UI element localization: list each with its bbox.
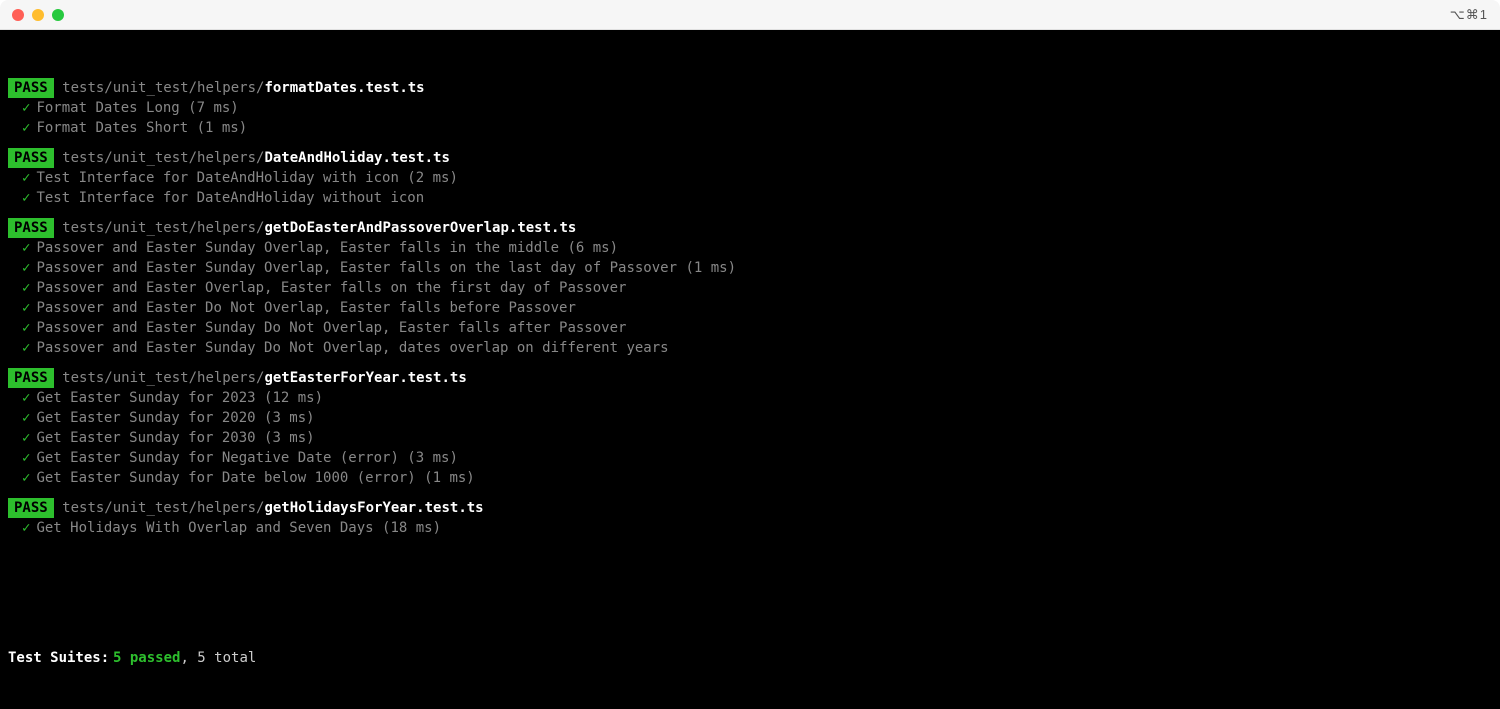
check-icon: ✓ <box>22 320 30 336</box>
test-suite: PASS tests/unit_test/helpers/getDoEaster… <box>8 218 1492 358</box>
test-name: Passover and Easter Do Not Overlap, East… <box>36 300 575 316</box>
test-result-line: ✓ Get Easter Sunday for Date below 1000 (… <box>8 468 1492 488</box>
check-icon: ✓ <box>22 520 30 536</box>
test-name: Get Easter Sunday for Date below 1000 (e… <box>36 470 474 486</box>
summary-suites-total: , 5 total <box>180 650 256 666</box>
test-name: Get Easter Sunday for 2023 (12 ms) <box>36 390 323 406</box>
test-result-line: ✓ Passover and Easter Overlap, Easter fal… <box>8 278 1492 298</box>
test-name: Get Easter Sunday for 2020 (3 ms) <box>36 410 314 426</box>
zoom-icon[interactable] <box>52 9 64 21</box>
terminal-window: ⌥⌘1 PASS tests/unit_test/helpers/formatD… <box>0 0 1500 709</box>
test-name: Get Easter Sunday for 2030 (3 ms) <box>36 430 314 446</box>
test-suite: PASS tests/unit_test/helpers/getEasterFo… <box>8 368 1492 488</box>
check-icon: ✓ <box>22 410 30 426</box>
test-result-line: ✓ Passover and Easter Sunday Do Not Overl… <box>8 338 1492 358</box>
suite-header: PASS tests/unit_test/helpers/getEasterFo… <box>8 368 1492 388</box>
test-name: Format Dates Long (7 ms) <box>36 100 238 116</box>
suite-file: DateAndHoliday.test.ts <box>264 150 449 166</box>
test-result-line: ✓ Get Easter Sunday for 2020 (3 ms) <box>8 408 1492 428</box>
suite-path: tests/unit_test/helpers/ <box>62 500 264 516</box>
test-result-line: ✓ Passover and Easter Do Not Overlap, Eas… <box>8 298 1492 318</box>
suite-file: formatDates.test.ts <box>264 80 424 96</box>
suite-header: PASS tests/unit_test/helpers/DateAndHoli… <box>8 148 1492 168</box>
titlebar-shortcut: ⌥⌘1 <box>1450 7 1488 23</box>
suite-file: getHolidaysForYear.test.ts <box>264 500 483 516</box>
check-icon: ✓ <box>22 450 30 466</box>
test-result-line: ✓ Format Dates Long (7 ms) <box>8 98 1492 118</box>
test-summary: Test Suites:5 passed, 5 total Tests:16 p… <box>8 608 1492 709</box>
check-icon: ✓ <box>22 120 30 136</box>
terminal-output[interactable]: PASS tests/unit_test/helpers/formatDates… <box>0 30 1500 709</box>
suite-path: tests/unit_test/helpers/ <box>62 370 264 386</box>
suite-header: PASS tests/unit_test/helpers/getHolidays… <box>8 498 1492 518</box>
test-name: Passover and Easter Sunday Overlap, East… <box>36 240 618 256</box>
pass-badge: PASS <box>8 368 54 388</box>
summary-suites-passed: 5 passed <box>113 650 180 666</box>
check-icon: ✓ <box>22 280 30 296</box>
suite-file: getDoEasterAndPassoverOverlap.test.ts <box>264 220 576 236</box>
window-titlebar: ⌥⌘1 <box>0 0 1500 30</box>
test-result-line: ✓ Test Interface for DateAndHoliday witho… <box>8 188 1492 208</box>
check-icon: ✓ <box>22 170 30 186</box>
check-icon: ✓ <box>22 430 30 446</box>
check-icon: ✓ <box>22 470 30 486</box>
pass-badge: PASS <box>8 498 54 518</box>
suite-header: PASS tests/unit_test/helpers/formatDates… <box>8 78 1492 98</box>
check-icon: ✓ <box>22 240 30 256</box>
check-icon: ✓ <box>22 390 30 406</box>
pass-badge: PASS <box>8 218 54 238</box>
test-name: Get Easter Sunday for Negative Date (err… <box>36 450 457 466</box>
suite-path: tests/unit_test/helpers/ <box>62 220 264 236</box>
minimize-icon[interactable] <box>32 9 44 21</box>
test-result-line: ✓ Passover and Easter Sunday Do Not Overl… <box>8 318 1492 338</box>
test-name: Passover and Easter Sunday Do Not Overla… <box>36 340 668 356</box>
suite-header: PASS tests/unit_test/helpers/getDoEaster… <box>8 218 1492 238</box>
test-result-line: ✓ Get Easter Sunday for Negative Date (er… <box>8 448 1492 468</box>
test-suite: PASS tests/unit_test/helpers/formatDates… <box>8 78 1492 138</box>
traffic-lights <box>12 9 64 21</box>
test-result-line: ✓ Format Dates Short (1 ms) <box>8 118 1492 138</box>
test-result-line: ✓ Get Holidays With Overlap and Seven Day… <box>8 518 1492 538</box>
test-name: Test Interface for DateAndHoliday withou… <box>36 190 424 206</box>
test-name: Test Interface for DateAndHoliday with i… <box>36 170 457 186</box>
suite-path: tests/unit_test/helpers/ <box>62 150 264 166</box>
test-result-line: ✓ Passover and Easter Sunday Overlap, Eas… <box>8 258 1492 278</box>
test-result-line: ✓ Get Easter Sunday for 2023 (12 ms) <box>8 388 1492 408</box>
check-icon: ✓ <box>22 100 30 116</box>
test-result-line: ✓ Passover and Easter Sunday Overlap, Eas… <box>8 238 1492 258</box>
summary-suites-label: Test Suites: <box>8 648 113 668</box>
test-name: Format Dates Short (1 ms) <box>36 120 247 136</box>
test-result-line: ✓ Test Interface for DateAndHoliday with … <box>8 168 1492 188</box>
check-icon: ✓ <box>22 340 30 356</box>
pass-badge: PASS <box>8 148 54 168</box>
suite-file: getEasterForYear.test.ts <box>264 370 466 386</box>
test-name: Get Holidays With Overlap and Seven Days… <box>36 520 441 536</box>
check-icon: ✓ <box>22 260 30 276</box>
test-name: Passover and Easter Sunday Overlap, East… <box>36 260 736 276</box>
check-icon: ✓ <box>22 190 30 206</box>
test-suite: PASS tests/unit_test/helpers/getHolidays… <box>8 498 1492 538</box>
test-name: Passover and Easter Sunday Do Not Overla… <box>36 320 626 336</box>
test-result-line: ✓ Get Easter Sunday for 2030 (3 ms) <box>8 428 1492 448</box>
suite-path: tests/unit_test/helpers/ <box>62 80 264 96</box>
check-icon: ✓ <box>22 300 30 316</box>
close-icon[interactable] <box>12 9 24 21</box>
test-name: Passover and Easter Overlap, Easter fall… <box>36 280 626 296</box>
pass-badge: PASS <box>8 78 54 98</box>
test-suite: PASS tests/unit_test/helpers/DateAndHoli… <box>8 148 1492 208</box>
